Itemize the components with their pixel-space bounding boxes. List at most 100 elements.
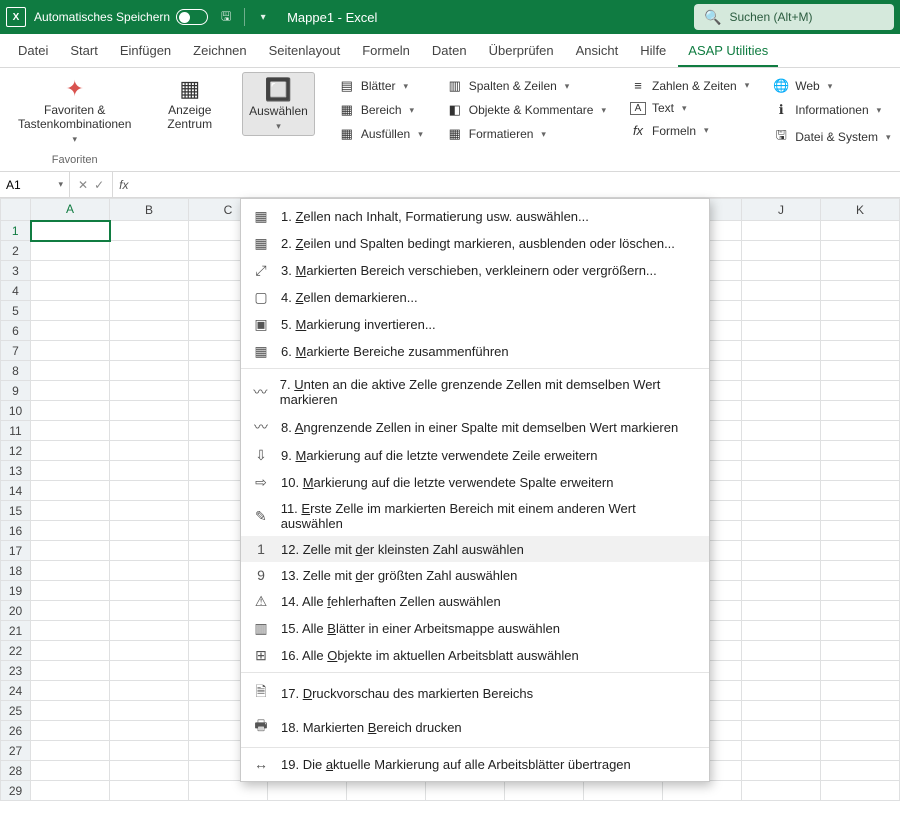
cell[interactable] [742,321,821,341]
column-header[interactable]: K [821,199,900,221]
cell[interactable] [742,641,821,661]
cell[interactable] [110,501,189,521]
menu-item[interactable]: ⇩9. Markierung auf die letzte verwendete… [241,442,709,469]
tab-help[interactable]: Hilfe [630,35,676,67]
cell[interactable] [742,301,821,321]
cell[interactable] [31,561,110,581]
cell[interactable] [31,401,110,421]
cell[interactable] [31,621,110,641]
cmd-text[interactable]: AText▾ [626,99,753,117]
cell[interactable] [110,261,189,281]
row-header[interactable]: 28 [1,761,31,781]
cancel-icon[interactable]: ✕ [78,178,88,192]
row-header[interactable]: 8 [1,361,31,381]
cell[interactable] [821,781,900,801]
cell[interactable] [189,781,268,801]
row-header[interactable]: 11 [1,421,31,441]
cell[interactable] [821,621,900,641]
cell[interactable] [31,741,110,761]
menu-item[interactable]: ▦2. Zeilen und Spalten bedingt markieren… [241,230,709,257]
cell[interactable] [821,721,900,741]
cell[interactable] [742,521,821,541]
row-header[interactable]: 21 [1,621,31,641]
row-header[interactable]: 4 [1,281,31,301]
cell[interactable] [821,301,900,321]
cell[interactable] [110,641,189,661]
toggle-icon[interactable] [176,9,208,25]
cell[interactable] [31,421,110,441]
tab-review[interactable]: Überprüfen [479,35,564,67]
row-header[interactable]: 17 [1,541,31,561]
cell[interactable] [110,481,189,501]
cell[interactable] [110,741,189,761]
cell[interactable] [821,401,900,421]
row-header[interactable]: 12 [1,441,31,461]
cell[interactable] [31,501,110,521]
menu-item[interactable]: ▣5. Markierung invertieren... [241,311,709,338]
row-header[interactable]: 5 [1,301,31,321]
cell[interactable] [31,521,110,541]
cmd-web[interactable]: 🌐Web▾ [769,76,894,96]
row-header[interactable]: 13 [1,461,31,481]
menu-item[interactable]: ▦6. Markierte Bereiche zusammenführen [241,338,709,365]
cmd-informationen[interactable]: ℹInformationen▾ [769,100,894,120]
tab-pagelayout[interactable]: Seitenlayout [259,35,351,67]
cell[interactable] [268,781,347,801]
row-header[interactable]: 18 [1,561,31,581]
tab-insert[interactable]: Einfügen [110,35,181,67]
row-header[interactable]: 27 [1,741,31,761]
cell[interactable] [742,221,821,241]
cell[interactable] [110,421,189,441]
cell[interactable] [110,341,189,361]
cell[interactable] [31,581,110,601]
cell[interactable] [821,641,900,661]
cell[interactable] [426,781,505,801]
tab-formulas[interactable]: Formeln [352,35,420,67]
cell[interactable] [821,561,900,581]
cell[interactable] [742,561,821,581]
cell[interactable] [742,361,821,381]
cell[interactable] [821,541,900,561]
cmd-bereich[interactable]: ▦Bereich▾ [335,100,427,120]
row-header[interactable]: 1 [1,221,31,241]
fx-label[interactable]: fx [113,178,134,192]
cell[interactable] [31,361,110,381]
menu-item[interactable]: 913. Zelle mit der größten Zahl auswähle… [241,562,709,588]
cmd-ausfuellen[interactable]: ▦Ausfüllen▾ [335,124,427,144]
menu-item[interactable]: 🗎17. Druckvorschau des markierten Bereic… [241,676,709,710]
cell[interactable] [31,681,110,701]
cell[interactable] [110,541,189,561]
row-header[interactable]: 15 [1,501,31,521]
cell[interactable] [742,581,821,601]
cell[interactable] [742,661,821,681]
cell[interactable] [821,581,900,601]
cell[interactable] [742,261,821,281]
cell[interactable] [110,301,189,321]
cell[interactable] [31,461,110,481]
menu-item[interactable]: ⊞16. Alle Objekte im aktuellen Arbeitsbl… [241,642,709,669]
cell[interactable] [110,281,189,301]
cell[interactable] [110,441,189,461]
row-header[interactable]: 29 [1,781,31,801]
cell[interactable] [110,721,189,741]
tab-view[interactable]: Ansicht [566,35,629,67]
tab-data[interactable]: Daten [422,35,477,67]
cell[interactable] [110,701,189,721]
qat-dropdown-icon[interactable]: ▾ [253,7,273,27]
cmd-spalten-zeilen[interactable]: ▥Spalten & Zeilen▾ [443,76,610,96]
confirm-icon[interactable]: ✓ [94,178,104,192]
cell[interactable] [31,601,110,621]
cell[interactable] [742,341,821,361]
cell[interactable] [31,721,110,741]
row-header[interactable]: 24 [1,681,31,701]
row-header[interactable]: 23 [1,661,31,681]
cell[interactable] [110,401,189,421]
cell[interactable] [821,761,900,781]
cell[interactable] [110,581,189,601]
row-header[interactable]: 20 [1,601,31,621]
tab-asap-utilities[interactable]: ASAP Utilities [678,35,778,67]
menu-item[interactable]: 112. Zelle mit der kleinsten Zahl auswäh… [241,536,709,562]
cell[interactable] [821,321,900,341]
cell[interactable] [110,361,189,381]
cell[interactable] [31,701,110,721]
